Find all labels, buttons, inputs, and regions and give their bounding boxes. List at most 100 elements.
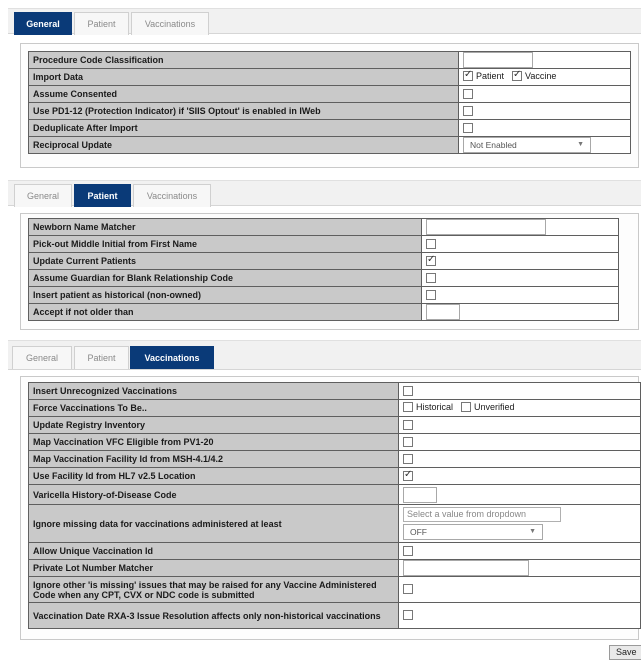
setting-label: Update Current Patients	[28, 252, 422, 270]
setting-label: Newborn Name Matcher	[28, 218, 422, 236]
general-panel: General Patient Vaccinations Procedure C…	[8, 8, 641, 168]
setting-label: Ignore other 'is missing' issues that ma…	[28, 576, 399, 603]
procedure-code-classification-input[interactable]	[463, 52, 533, 68]
allow-unique-vaccination-id-checkbox[interactable]	[403, 545, 413, 556]
tab-general[interactable]: General	[14, 12, 72, 35]
patient-settings-table: Newborn Name Matcher Pick-out Middle Ini…	[28, 218, 619, 321]
tab-general[interactable]: General	[12, 346, 72, 369]
vaccinations-panel: General Patient Vaccinations Insert Unre…	[8, 340, 641, 640]
use-pd1-12-checkbox[interactable]	[463, 105, 473, 116]
table-row: Deduplicate After Import	[28, 119, 631, 137]
ignore-missing-data-search-input[interactable]: Select a value from dropdown	[403, 507, 561, 522]
accept-if-not-older-than-input[interactable]	[426, 304, 460, 320]
map-vfc-eligible-checkbox[interactable]	[403, 436, 413, 447]
setting-label: Assume Consented	[28, 85, 459, 103]
table-row: Assume Guardian for Blank Relationship C…	[28, 269, 619, 287]
table-row: Insert Unrecognized Vaccinations	[28, 382, 641, 400]
chevron-down-icon: ▼	[577, 141, 584, 148]
force-historical-checkbox[interactable]	[403, 401, 413, 412]
setting-label: Allow Unique Vaccination Id	[28, 542, 399, 560]
save-button[interactable]: Save	[609, 645, 641, 660]
use-facility-id-hl7-checkbox[interactable]	[403, 469, 413, 481]
varicella-code-input[interactable]	[403, 486, 437, 503]
update-registry-inventory-checkbox[interactable]	[403, 419, 413, 430]
setting-label: Insert patient as historical (non-owned)	[28, 286, 422, 304]
table-row: Ignore missing data for vaccinations adm…	[28, 504, 641, 543]
setting-label: Varicella History-of-Disease Code	[28, 484, 399, 505]
table-row: Force Vaccinations To Be.. Historical Unv…	[28, 399, 641, 417]
tab-vaccinations[interactable]: Vaccinations	[131, 12, 209, 35]
tab-patient[interactable]: Patient	[74, 184, 131, 207]
vaccinations-settings-table: Insert Unrecognized Vaccinations Force V…	[28, 382, 641, 629]
table-row: Insert patient as historical (non-owned)	[28, 286, 619, 304]
table-row: Vaccination Date RXA-3 Issue Resolution …	[28, 602, 641, 629]
table-row: Reciprocal Update Not Enabled ▼	[28, 136, 631, 154]
table-row: Assume Consented	[28, 85, 631, 103]
tab-general[interactable]: General	[14, 184, 72, 207]
vaccination-date-rxa3-checkbox[interactable]	[403, 610, 413, 621]
assume-guardian-checkbox[interactable]	[426, 272, 436, 283]
newborn-name-matcher-input[interactable]	[426, 219, 546, 235]
insert-patient-historical-checkbox[interactable]	[426, 289, 436, 300]
setting-label: Import Data	[28, 68, 459, 86]
table-row: Import Data Patient Vaccine	[28, 68, 631, 86]
ignore-other-missing-issues-checkbox[interactable]	[403, 584, 413, 595]
map-facility-id-checkbox[interactable]	[403, 453, 413, 464]
force-unverified-checkbox[interactable]	[461, 401, 472, 412]
setting-label: Reciprocal Update	[28, 136, 459, 154]
table-row: Pick-out Middle Initial from First Name	[28, 235, 619, 253]
table-row: Accept if not older than	[28, 303, 619, 321]
patient-panel-tabbar: General Patient Vaccinations	[8, 180, 641, 207]
setting-label: Insert Unrecognized Vaccinations	[28, 382, 399, 400]
insert-unrecognized-vaccinations-checkbox[interactable]	[403, 385, 413, 396]
deduplicate-after-import-checkbox[interactable]	[463, 122, 473, 133]
reciprocal-update-select[interactable]: Not Enabled ▼	[463, 137, 591, 153]
tab-vaccinations[interactable]: Vaccinations	[130, 346, 214, 369]
setting-label: Use PD1-12 (Protection Indicator) if 'SI…	[28, 102, 459, 120]
patient-panel: General Patient Vaccinations Newborn Nam…	[8, 180, 641, 330]
setting-label: Use Facility Id from HL7 v2.5 Location	[28, 467, 399, 485]
pick-out-middle-initial-checkbox[interactable]	[426, 238, 436, 249]
tab-patient[interactable]: Patient	[74, 346, 129, 369]
force-unverified-label: Unverified	[474, 401, 515, 412]
table-row: Map Vaccination Facility Id from MSH-4.1…	[28, 450, 641, 468]
table-row: Varicella History-of-Disease Code	[28, 484, 641, 505]
table-row: Use PD1-12 (Protection Indicator) if 'SI…	[28, 102, 631, 120]
setting-label: Map Vaccination Facility Id from MSH-4.1…	[28, 450, 399, 468]
chevron-down-icon: ▼	[529, 528, 536, 535]
setting-label: Force Vaccinations To Be..	[28, 399, 399, 417]
setting-label: Assume Guardian for Blank Relationship C…	[28, 269, 422, 287]
setting-label: Procedure Code Classification	[28, 51, 459, 69]
table-row: Procedure Code Classification	[28, 51, 631, 69]
setting-label: Update Registry Inventory	[28, 416, 399, 434]
setting-label: Private Lot Number Matcher	[28, 559, 399, 577]
general-settings-table: Procedure Code Classification Import Dat…	[28, 51, 631, 154]
table-row: Map Vaccination VFC Eligible from PV1-20	[28, 433, 641, 451]
vaccinations-panel-tabbar: General Patient Vaccinations	[8, 340, 641, 370]
tab-patient[interactable]: Patient	[74, 12, 129, 35]
general-panel-tabbar: General Patient Vaccinations	[8, 8, 641, 35]
import-patient-label: Patient	[476, 70, 505, 81]
import-patient-checkbox[interactable]	[463, 69, 473, 81]
table-row: Newborn Name Matcher	[28, 218, 619, 236]
table-row: Allow Unique Vaccination Id	[28, 542, 641, 560]
setting-label: Accept if not older than	[28, 303, 422, 321]
setting-label: Ignore missing data for vaccinations adm…	[28, 504, 399, 543]
update-current-patients-checkbox[interactable]	[426, 254, 436, 266]
setting-label: Pick-out Middle Initial from First Name	[28, 235, 422, 253]
setting-label: Deduplicate After Import	[28, 119, 459, 137]
setting-label: Vaccination Date RXA-3 Issue Resolution …	[28, 602, 399, 629]
force-historical-label: Historical	[416, 401, 454, 412]
ignore-missing-data-select[interactable]: OFF ▼	[403, 524, 543, 540]
assume-consented-checkbox[interactable]	[463, 88, 473, 99]
table-row: Use Facility Id from HL7 v2.5 Location	[28, 467, 641, 485]
table-row: Update Current Patients	[28, 252, 619, 270]
table-row: Private Lot Number Matcher	[28, 559, 641, 577]
import-vaccine-label: Vaccine	[525, 70, 557, 81]
table-row: Update Registry Inventory	[28, 416, 641, 434]
import-vaccine-checkbox[interactable]	[512, 69, 523, 81]
table-row: Ignore other 'is missing' issues that ma…	[28, 576, 641, 603]
setting-label: Map Vaccination VFC Eligible from PV1-20	[28, 433, 399, 451]
private-lot-number-matcher-input[interactable]	[403, 560, 529, 576]
tab-vaccinations[interactable]: Vaccinations	[133, 184, 211, 207]
